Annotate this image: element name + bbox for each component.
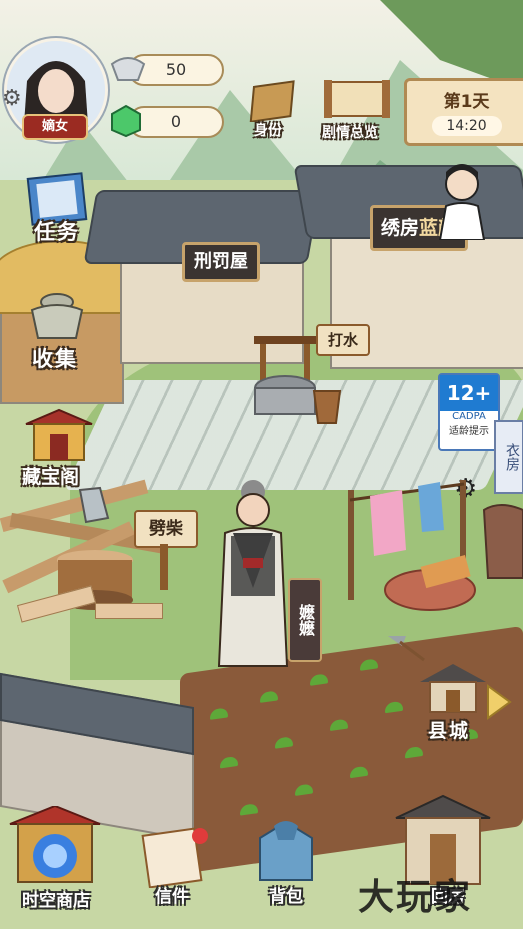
collect-label[interactable]: 收集 bbox=[32, 343, 78, 373]
time-space-shop-icon[interactable] bbox=[6, 806, 104, 884]
punishment-house-sign[interactable]: 刑罚屋 bbox=[182, 242, 260, 282]
hoe-icon bbox=[388, 636, 425, 662]
crop bbox=[260, 690, 278, 703]
crop bbox=[405, 745, 423, 759]
embroidery-label: 绣房 bbox=[380, 217, 419, 239]
treasure-pavilion-icon[interactable] bbox=[22, 408, 96, 464]
tasks-label[interactable]: 任务 bbox=[34, 216, 80, 246]
day-time-panel: 第1天 14:20 bbox=[404, 78, 523, 146]
avatar-settings-gear-icon[interactable]: ⚙ bbox=[2, 86, 22, 111]
log bbox=[95, 603, 163, 619]
arrow-right-icon[interactable] bbox=[484, 682, 514, 722]
npc-lanyan-portrait[interactable] bbox=[432, 160, 492, 240]
crop bbox=[210, 707, 228, 720]
sign-post bbox=[160, 544, 168, 590]
chop-wood-sign[interactable]: 劈柴 bbox=[134, 510, 198, 548]
day-label: 第1天 bbox=[443, 92, 490, 112]
crop bbox=[220, 755, 238, 769]
water-jar bbox=[482, 504, 523, 579]
collect-pot-icon[interactable] bbox=[24, 290, 90, 342]
watermark-text: 大玩家 bbox=[358, 877, 473, 918]
jade-cube-icon[interactable] bbox=[108, 102, 144, 138]
crop bbox=[360, 658, 378, 671]
bag-label[interactable]: 背包 bbox=[256, 882, 316, 907]
crop bbox=[350, 765, 368, 779]
crop bbox=[330, 718, 348, 732]
nanny-name-tag[interactable]: 嬷嬷 bbox=[288, 578, 322, 662]
story-scroll-icon[interactable] bbox=[322, 76, 392, 122]
county-gate-icon[interactable] bbox=[418, 660, 488, 720]
silver-ingot-icon[interactable] bbox=[108, 52, 148, 84]
identity-scroll-icon[interactable] bbox=[248, 80, 304, 122]
player-title-badge: 嫡女 bbox=[22, 114, 88, 140]
crop bbox=[240, 803, 258, 816]
crop bbox=[295, 783, 313, 796]
story-overview-label[interactable]: 剧情总览 bbox=[322, 122, 378, 142]
crop bbox=[310, 673, 328, 686]
crop bbox=[275, 736, 293, 749]
county-label[interactable]: 县城 bbox=[428, 716, 470, 743]
age-rating-note: 适龄提示 bbox=[449, 426, 489, 437]
bucket-icon bbox=[312, 390, 342, 424]
treasure-pavilion-label[interactable]: 藏宝阁 bbox=[22, 462, 79, 489]
shop-label[interactable]: 时空商店 bbox=[8, 886, 104, 911]
age-rating-badge[interactable]: 12+ CADPA 适龄提示 bbox=[438, 373, 500, 451]
fetch-water-sign[interactable]: 打水 bbox=[316, 324, 370, 356]
age-rating-number: 12+ bbox=[440, 375, 498, 411]
clock-time: 14:20 bbox=[431, 116, 502, 136]
crop bbox=[385, 700, 403, 714]
age-rating-org: CADPA bbox=[452, 411, 486, 422]
backpack-bundle-icon[interactable] bbox=[250, 818, 322, 888]
identity-label[interactable]: 身份 bbox=[254, 120, 282, 140]
mail-letter-icon[interactable] bbox=[140, 826, 214, 888]
nanny-character[interactable] bbox=[215, 478, 290, 673]
mail-label[interactable]: 信件 bbox=[142, 882, 202, 907]
